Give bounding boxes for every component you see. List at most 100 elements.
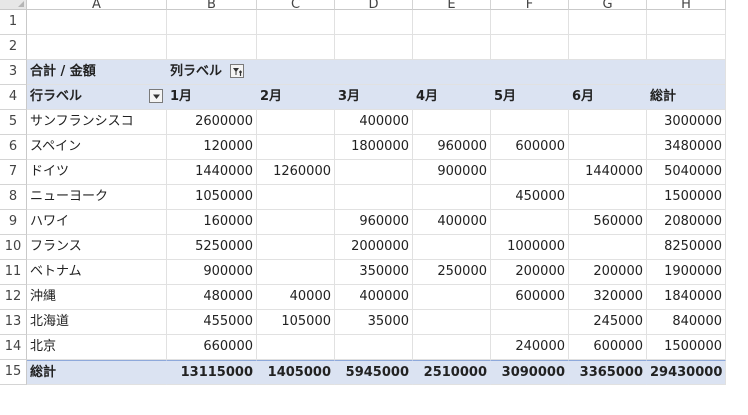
pivot-value-cell[interactable]: 160000 bbox=[167, 210, 257, 235]
pivot-value-cell[interactable]: 600000 bbox=[569, 335, 647, 360]
pivot-value-cell[interactable]: 560000 bbox=[569, 210, 647, 235]
pivot-value-cell[interactable]: 1800000 bbox=[335, 135, 413, 160]
pivot-value-cell[interactable] bbox=[569, 235, 647, 260]
cell[interactable] bbox=[491, 35, 569, 60]
pivot-row-total[interactable]: 840000 bbox=[647, 310, 726, 335]
pivot-value-cell[interactable]: 240000 bbox=[491, 335, 569, 360]
pivot-value-cell[interactable]: 2000000 bbox=[335, 235, 413, 260]
row-header-10[interactable]: 10 bbox=[0, 235, 27, 260]
pivot-month-header[interactable]: 5月 bbox=[491, 85, 569, 110]
row-header-5[interactable]: 5 bbox=[0, 110, 27, 135]
pivot-row-label-item[interactable]: ベトナム bbox=[27, 260, 167, 285]
pivot-row-total[interactable]: 2080000 bbox=[647, 210, 726, 235]
cell[interactable] bbox=[167, 10, 257, 35]
cell[interactable] bbox=[257, 35, 335, 60]
cell[interactable] bbox=[335, 35, 413, 60]
row-header-1[interactable]: 1 bbox=[0, 10, 27, 35]
column-header-f[interactable]: F bbox=[491, 0, 569, 10]
pivot-row-total[interactable]: 8250000 bbox=[647, 235, 726, 260]
pivot-value-cell[interactable]: 450000 bbox=[491, 185, 569, 210]
pivot-value-cell[interactable]: 35000 bbox=[335, 310, 413, 335]
pivot-row-label[interactable]: 行ラベル bbox=[27, 85, 167, 110]
pivot-value-cell[interactable]: 400000 bbox=[335, 285, 413, 310]
pivot-column-total[interactable]: 3365000 bbox=[569, 360, 647, 385]
row-header-3[interactable]: 3 bbox=[0, 60, 27, 85]
pivot-row-label-item[interactable]: ニューヨーク bbox=[27, 185, 167, 210]
pivot-value-cell[interactable] bbox=[569, 185, 647, 210]
pivot-value-cell[interactable]: 5250000 bbox=[167, 235, 257, 260]
pivot-value-cell[interactable] bbox=[335, 160, 413, 185]
pivot-value-cell[interactable] bbox=[413, 285, 491, 310]
cell[interactable] bbox=[167, 35, 257, 60]
pivot-value-cell[interactable] bbox=[491, 160, 569, 185]
row-header-7[interactable]: 7 bbox=[0, 160, 27, 185]
pivot-column-total[interactable]: 2510000 bbox=[413, 360, 491, 385]
pivot-row-total[interactable]: 3480000 bbox=[647, 135, 726, 160]
filter-applied-icon[interactable] bbox=[230, 63, 245, 78]
pivot-value-cell[interactable]: 105000 bbox=[257, 310, 335, 335]
pivot-value-cell[interactable]: 600000 bbox=[491, 135, 569, 160]
pivot-value-cell[interactable]: 350000 bbox=[335, 260, 413, 285]
pivot-value-cell[interactable]: 400000 bbox=[335, 110, 413, 135]
pivot-value-cell[interactable]: 960000 bbox=[335, 210, 413, 235]
row-header-8[interactable]: 8 bbox=[0, 185, 27, 210]
pivot-grand-total-header[interactable]: 総計 bbox=[647, 85, 726, 110]
cell[interactable] bbox=[569, 35, 647, 60]
pivot-value-cell[interactable]: 245000 bbox=[569, 310, 647, 335]
column-header-d[interactable]: D bbox=[335, 0, 413, 10]
pivot-value-cell[interactable] bbox=[491, 110, 569, 135]
pivot-value-cell[interactable]: 320000 bbox=[569, 285, 647, 310]
pivot-value-cell[interactable]: 120000 bbox=[167, 135, 257, 160]
pivot-value-label[interactable]: 合計 / 金額 bbox=[27, 60, 167, 85]
pivot-value-cell[interactable]: 1260000 bbox=[257, 160, 335, 185]
pivot-value-cell[interactable] bbox=[257, 235, 335, 260]
pivot-value-cell[interactable]: 200000 bbox=[491, 260, 569, 285]
pivot-column-total[interactable]: 5945000 bbox=[335, 360, 413, 385]
pivot-row-total[interactable]: 1840000 bbox=[647, 285, 726, 310]
cell[interactable] bbox=[647, 35, 726, 60]
pivot-value-cell[interactable]: 400000 bbox=[413, 210, 491, 235]
pivot-value-cell[interactable]: 960000 bbox=[413, 135, 491, 160]
cell[interactable] bbox=[413, 10, 491, 35]
row-header-4[interactable]: 4 bbox=[0, 85, 27, 110]
pivot-value-cell[interactable] bbox=[491, 210, 569, 235]
pivot-row-label-item[interactable]: 沖縄 bbox=[27, 285, 167, 310]
spreadsheet-grid[interactable]: A B C D E F G H 1 2 3 合計 / 金額 列ラベル 4 行ラベル 1月 2月 3月 4月 5月 6月総… bbox=[0, 0, 748, 385]
pivot-column-total[interactable]: 3090000 bbox=[491, 360, 569, 385]
select-all-corner[interactable] bbox=[0, 0, 27, 10]
pivot-value-cell[interactable] bbox=[335, 335, 413, 360]
pivot-value-cell[interactable]: 1440000 bbox=[167, 160, 257, 185]
pivot-value-cell[interactable]: 900000 bbox=[413, 160, 491, 185]
row-header-11[interactable]: 11 bbox=[0, 260, 27, 285]
pivot-row-label-item[interactable]: サンフランシスコ bbox=[27, 110, 167, 135]
pivot-value-cell[interactable] bbox=[413, 110, 491, 135]
pivot-month-header[interactable]: 1月 bbox=[167, 85, 257, 110]
pivot-row-total[interactable]: 3000000 bbox=[647, 110, 726, 135]
pivot-value-cell[interactable] bbox=[491, 310, 569, 335]
cell[interactable] bbox=[413, 35, 491, 60]
pivot-month-header[interactable]: 4月 bbox=[413, 85, 491, 110]
pivot-value-cell[interactable] bbox=[335, 185, 413, 210]
pivot-row-label-item[interactable]: 北海道 bbox=[27, 310, 167, 335]
pivot-value-cell[interactable] bbox=[413, 335, 491, 360]
column-header-b[interactable]: B bbox=[167, 0, 257, 10]
pivot-row-total[interactable]: 5040000 bbox=[647, 160, 726, 185]
cell[interactable] bbox=[27, 35, 167, 60]
pivot-value-cell[interactable]: 40000 bbox=[257, 285, 335, 310]
cell[interactable] bbox=[27, 10, 167, 35]
cell[interactable] bbox=[491, 10, 569, 35]
pivot-value-cell[interactable] bbox=[257, 210, 335, 235]
pivot-value-cell[interactable] bbox=[257, 185, 335, 210]
pivot-value-cell[interactable] bbox=[257, 335, 335, 360]
pivot-value-cell[interactable] bbox=[257, 110, 335, 135]
cell[interactable] bbox=[257, 10, 335, 35]
pivot-month-header[interactable]: 2月 bbox=[257, 85, 335, 110]
row-header-2[interactable]: 2 bbox=[0, 35, 27, 60]
column-header-g[interactable]: G bbox=[569, 0, 647, 10]
pivot-row-label-item[interactable]: 北京 bbox=[27, 335, 167, 360]
pivot-value-cell[interactable]: 2600000 bbox=[167, 110, 257, 135]
row-header-15[interactable]: 15 bbox=[0, 360, 27, 385]
pivot-column-total[interactable]: 13115000 bbox=[167, 360, 257, 385]
pivot-value-cell[interactable]: 1000000 bbox=[491, 235, 569, 260]
pivot-value-cell[interactable] bbox=[257, 260, 335, 285]
